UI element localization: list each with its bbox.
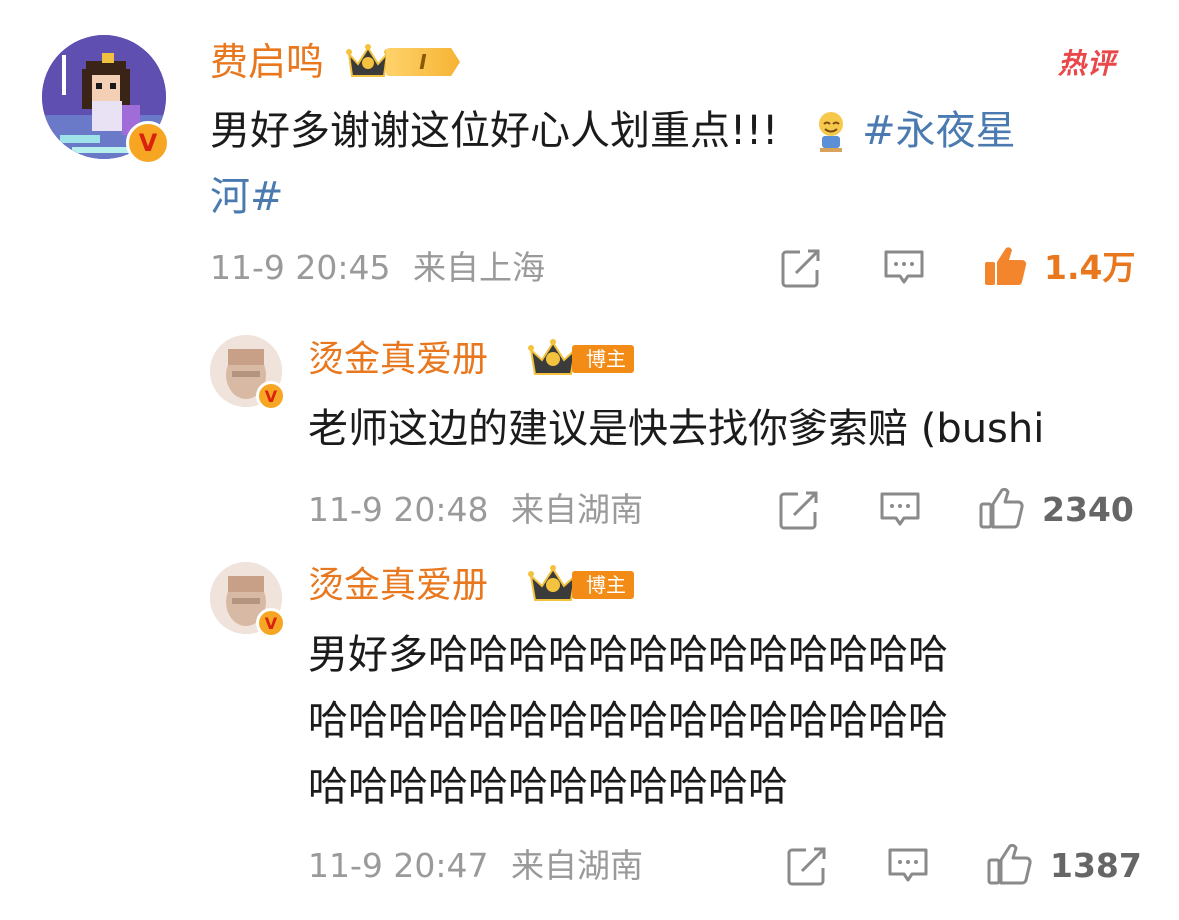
commenter-name[interactable]: 费启鸣: [210, 40, 324, 84]
reply-meta: 11-9 20:47 来自湖南: [308, 846, 643, 886]
comment-time: 11-9 20:45: [210, 248, 391, 287]
like-count: 2340: [1042, 490, 1134, 529]
level-badge: I: [386, 48, 460, 76]
verified-badge-icon: V: [256, 381, 286, 411]
comment-text: 男好多谢谢这位好心人划重点!!! #永夜星: [210, 98, 1016, 164]
reply-location: 来自湖南: [511, 490, 643, 529]
hashtag-link[interactable]: #永夜星: [862, 108, 1016, 154]
comment-icon[interactable]: [878, 490, 922, 530]
reply-time: 11-9 20:47: [308, 846, 489, 885]
reply-text-line: 哈哈哈哈哈哈哈哈哈哈哈哈: [308, 764, 788, 810]
crown-icon: [528, 564, 578, 604]
emoji-smile-icon: [814, 108, 848, 152]
like-icon[interactable]: [986, 842, 1032, 886]
reply-meta: 11-9 20:48 来自湖南: [308, 490, 643, 530]
comment-meta: 11-9 20:45 来自上海: [210, 248, 545, 288]
repost-icon[interactable]: [778, 490, 820, 530]
like-icon[interactable]: [978, 486, 1024, 530]
comment-location: 来自上海: [413, 248, 545, 287]
like-count: 1.4万: [1044, 248, 1136, 287]
reply-text-line: 男好多哈哈哈哈哈哈哈哈哈哈哈哈哈: [308, 632, 948, 678]
verified-badge-icon: V: [126, 121, 170, 165]
repost-icon[interactable]: [786, 846, 828, 886]
blogger-tag: 博主: [572, 345, 634, 373]
verified-badge-icon: V: [256, 608, 286, 638]
hot-comment-label: 热评: [1058, 47, 1117, 80]
like-count: 1387: [1050, 846, 1142, 885]
reply-location: 来自湖南: [511, 846, 643, 885]
reply-time: 11-9 20:48: [308, 490, 489, 529]
comment-icon[interactable]: [886, 846, 930, 886]
blogger-tag: 博主: [572, 571, 634, 599]
crown-icon: [346, 42, 390, 80]
reply-text-line: 哈哈哈哈哈哈哈哈哈哈哈哈哈哈哈哈: [308, 698, 948, 744]
comment-icon[interactable]: [882, 248, 926, 288]
reply-text: 老师这边的建议是快去找你爹索赔 (bushi: [308, 406, 1045, 452]
hashtag-link-continued[interactable]: 河#: [210, 164, 284, 230]
crown-icon: [528, 338, 578, 378]
repost-icon[interactable]: [780, 248, 822, 288]
like-icon[interactable]: [982, 244, 1028, 288]
comment-thread: V 费启鸣 I 热评 男好多谢谢这位好心人划重点!!! #永夜星 河# 11-9…: [0, 0, 1179, 920]
comment-text-line: 男好多谢谢这位好心人划重点!!!: [210, 108, 779, 154]
reply-user-name[interactable]: 烫金真爱册: [308, 564, 488, 608]
reply-user-name[interactable]: 烫金真爱册: [308, 338, 488, 382]
